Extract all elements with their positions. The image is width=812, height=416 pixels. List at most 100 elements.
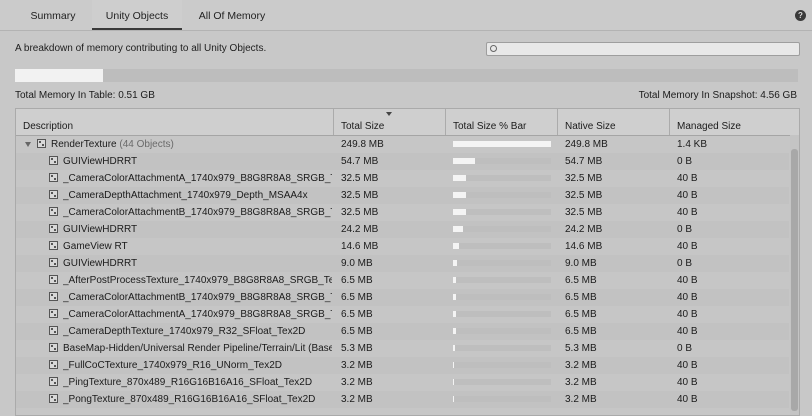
object-name: BaseMap-Hidden/Universal Render Pipeline… <box>63 343 332 354</box>
total-size-value: 3.2 MB <box>341 394 373 405</box>
native-size-value: 6.5 MB <box>565 275 597 286</box>
native-size-value: 3.2 MB <box>565 360 597 371</box>
table-row[interactable]: GUIViewHDRRT 54.7 MB 54.7 MB 0 B <box>16 153 789 170</box>
total-size-bar-fill <box>453 209 466 215</box>
column-header-description[interactable]: Description <box>16 109 334 135</box>
tab-summary[interactable]: Summary <box>18 0 88 30</box>
tab-all-of-memory[interactable]: All Of Memory <box>186 0 278 30</box>
total-size-bar-fill <box>453 294 456 300</box>
managed-size-value: 40 B <box>677 190 698 201</box>
total-size-bar-fill <box>453 362 455 368</box>
managed-size-value: 0 B <box>677 343 693 354</box>
total-size-value: 54.7 MB <box>341 156 379 167</box>
managed-size-value: 40 B <box>677 360 698 371</box>
total-size-bar-fill <box>453 141 551 147</box>
native-size-value: 9.0 MB <box>565 258 597 269</box>
managed-size-value: 40 B <box>677 377 698 388</box>
tab-unity-objects[interactable]: Unity Objects <box>92 0 182 30</box>
group-row[interactable]: RenderTexture (44 Objects) 249.8 MB 249.8 … <box>16 136 789 153</box>
column-header-native-size[interactable]: Native Size <box>558 109 670 135</box>
table-row[interactable]: _CameraDepthAttachment_1740x979_Depth_MS… <box>16 187 789 204</box>
total-size-value: 6.5 MB <box>341 292 373 303</box>
table-row[interactable]: GUIViewHDRRT 24.2 MB 24.2 MB 0 B <box>16 221 789 238</box>
table-header: Description Total Size Total Size % Bar … <box>16 109 799 136</box>
total-size-value: 32.5 MB <box>341 173 379 184</box>
column-header-total-size-bar[interactable]: Total Size % Bar <box>446 109 558 135</box>
total-size-bar-fill <box>453 175 466 181</box>
table-row[interactable]: _CameraColorAttachmentA_1740x979_B8G8R8A… <box>16 170 789 187</box>
table-row[interactable]: BaseMap-Hidden/Universal Render Pipeline… <box>16 340 789 357</box>
search-icon <box>490 45 497 52</box>
table-row[interactable]: _CameraColorAttachmentB_1740x979_B8G8R8A… <box>16 289 789 306</box>
render-texture-icon <box>49 190 58 199</box>
native-size-value: 32.5 MB <box>565 190 603 201</box>
object-name: _CameraColorAttachmentA_1740x979_B8G8R8A… <box>63 309 332 320</box>
native-size-value: 32.5 MB <box>565 207 603 218</box>
total-size-bar-fill <box>453 158 475 164</box>
table-row[interactable]: GameView RT 14.6 MB 14.6 MB 40 B <box>16 238 789 255</box>
native-size-value: 3.2 MB <box>565 377 597 388</box>
object-name: _CameraColorAttachmentA_1740x979_B8G8R8A… <box>63 173 332 184</box>
total-size-value: 24.2 MB <box>341 224 379 235</box>
table-row[interactable]: _CameraColorAttachmentB_1740x979_B8G8R8A… <box>16 204 789 221</box>
tab-bar: Summary Unity Objects All Of Memory ? <box>0 0 812 31</box>
total-size-bar <box>453 345 551 351</box>
total-size-value: 9.0 MB <box>341 258 373 269</box>
object-name: _CameraDepthTexture_1740x979_R32_SFloat_… <box>63 326 306 337</box>
native-size-value: 6.5 MB <box>565 309 597 320</box>
native-size-value: 6.5 MB <box>565 326 597 337</box>
render-texture-icon <box>37 139 46 148</box>
total-size-bar <box>453 141 551 147</box>
total-size-value: 6.5 MB <box>341 309 373 320</box>
total-size-bar <box>453 277 551 283</box>
table-row[interactable]: GUIViewHDRRT 9.0 MB 9.0 MB 0 B <box>16 255 789 272</box>
object-name: GUIViewHDRRT <box>63 224 138 235</box>
render-texture-icon <box>49 173 58 182</box>
total-size-bar-fill <box>453 243 459 249</box>
table-row[interactable]: _AfterPostProcessTexture_1740x979_B8G8R8… <box>16 272 789 289</box>
managed-size-value: 40 B <box>677 394 698 405</box>
render-texture-icon <box>49 394 58 403</box>
object-name: _PongTexture_870x489_R16G16B16A16_SFloat… <box>63 394 316 405</box>
total-size-bar-fill <box>453 379 455 385</box>
total-size-value: 6.5 MB <box>341 326 373 337</box>
total-size-bar <box>453 328 551 334</box>
table-row[interactable]: _FullCoCTexture_1740x979_R16_UNorm_Tex2D… <box>16 357 789 374</box>
unity-objects-table: Description Total Size Total Size % Bar … <box>15 108 800 416</box>
render-texture-icon <box>49 292 58 301</box>
help-icon[interactable]: ? <box>795 10 806 21</box>
scrollbar-thumb[interactable] <box>791 149 798 411</box>
render-texture-icon <box>49 326 58 335</box>
view-description: A breakdown of memory contributing to al… <box>15 43 267 54</box>
vertical-scrollbar[interactable] <box>790 135 799 415</box>
table-row[interactable]: _CameraDepthTexture_1740x979_R32_SFloat_… <box>16 323 789 340</box>
total-size-bar-fill <box>453 226 463 232</box>
total-size-bar-fill <box>453 277 456 283</box>
object-name: _CameraDepthAttachment_1740x979_Depth_MS… <box>63 190 308 201</box>
managed-size-value: 0 B <box>677 156 693 167</box>
render-texture-icon <box>49 377 58 386</box>
table-row[interactable]: _CameraColorAttachmentA_1740x979_B8G8R8A… <box>16 306 789 323</box>
search-input[interactable] <box>486 42 800 56</box>
managed-size-value: 40 B <box>677 275 698 286</box>
native-size-value: 32.5 MB <box>565 173 603 184</box>
total-size-bar-fill <box>453 192 466 198</box>
table-row[interactable]: _PongTexture_870x489_R16G16B16A16_SFloat… <box>16 391 789 408</box>
object-name: GUIViewHDRRT <box>63 156 138 167</box>
total-size-value: 14.6 MB <box>341 241 379 252</box>
total-memory-in-table: Total Memory In Table: 0.51 GB <box>15 90 155 101</box>
total-size-bar <box>453 209 551 215</box>
object-count: (44 Objects) <box>119 139 174 150</box>
managed-size-value: 40 B <box>677 309 698 320</box>
managed-size-value: 0 B <box>677 224 693 235</box>
sort-descending-icon[interactable] <box>386 112 392 116</box>
native-size-value: 249.8 MB <box>565 139 608 150</box>
total-size-value: 3.2 MB <box>341 360 373 371</box>
total-size-value: 3.2 MB <box>341 377 373 388</box>
total-size-bar <box>453 192 551 198</box>
total-size-bar <box>453 362 551 368</box>
total-size-value: 32.5 MB <box>341 190 379 201</box>
expand-arrow-icon[interactable] <box>25 142 31 147</box>
table-row[interactable]: _PingTexture_870x489_R16G16B16A16_SFloat… <box>16 374 789 391</box>
column-header-managed-size[interactable]: Managed Size <box>670 109 799 135</box>
